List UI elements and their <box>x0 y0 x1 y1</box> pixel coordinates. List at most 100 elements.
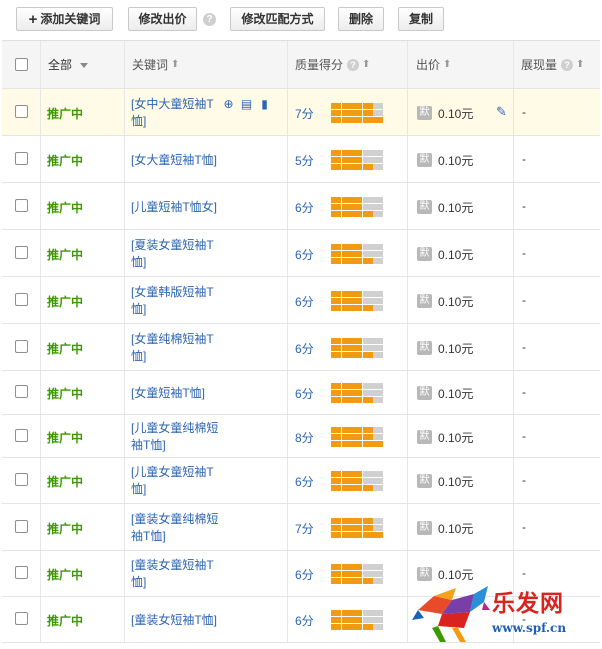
score-segment <box>341 610 352 616</box>
row-checkbox[interactable] <box>15 566 28 579</box>
score-segment <box>373 532 383 538</box>
header-status-cell[interactable]: 全部 <box>41 41 125 88</box>
table-row[interactable]: 推广中 [儿童女童纯棉短袖T恤] 8分 默 0.10元 - <box>2 415 600 458</box>
table-row[interactable]: 推广中 [女中大童短袖T恤] ⊕ ▤ ▮ 7分 默 0.10元 ✎ - <box>2 89 600 136</box>
keyword-link[interactable]: [儿童女童纯棉短袖T恤] <box>131 420 223 454</box>
copy-label: 复制 <box>408 12 433 26</box>
score-segment <box>341 103 352 109</box>
all-label: 全部 <box>48 58 73 72</box>
header-quality-cell[interactable]: 质量得分 ? ⬆ <box>288 41 408 88</box>
table-row[interactable]: 推广中 [女大童短袖T恤] 5分 默 0.10元 - <box>2 136 600 183</box>
help-icon[interactable]: ? <box>203 13 216 26</box>
delete-button[interactable]: 删除 <box>338 7 384 31</box>
keyword-header-label: 关键词 <box>132 58 169 72</box>
row-checkbox[interactable] <box>15 520 28 533</box>
keyword-link[interactable]: [女中大童短袖T恤] <box>131 96 223 130</box>
globe-icon[interactable]: ⊕ <box>222 98 235 111</box>
row-checkbox[interactable] <box>15 429 28 442</box>
status-label: 推广中 <box>47 522 84 536</box>
score-segment <box>352 525 362 531</box>
quality-score-bars <box>331 564 383 584</box>
table-row[interactable]: 推广中 [儿童短袖T恤女] 6分 默 0.10元 - <box>2 183 600 230</box>
default-bid-badge: 默 <box>417 294 432 308</box>
score-segment <box>362 397 373 403</box>
status-label: 推广中 <box>47 154 84 168</box>
table-row[interactable]: 推广中 [女童短袖T恤] 6分 默 0.10元 - <box>2 371 600 415</box>
status-label: 推广中 <box>47 568 84 582</box>
score-segment <box>362 258 373 264</box>
score-segment <box>373 305 383 311</box>
edit-match-label: 修改匹配方式 <box>241 12 314 26</box>
score-segment <box>331 485 341 491</box>
table-row[interactable]: 推广中 [女童纯棉短袖T恤] 6分 默 0.10元 - <box>2 324 600 371</box>
score-segment <box>352 345 362 351</box>
row-checkbox[interactable] <box>15 473 28 486</box>
score-segment <box>341 390 352 396</box>
header-keyword-cell[interactable]: 关键词 ⬆ <box>125 41 288 88</box>
score-segment <box>352 397 362 403</box>
score-segment <box>362 390 373 396</box>
row-checkbox[interactable] <box>15 246 28 259</box>
header-impressions-cell[interactable]: 展现量 ? ⬆ <box>514 41 600 88</box>
row-checkbox[interactable] <box>15 105 28 118</box>
score-segment <box>341 298 352 304</box>
help-icon[interactable]: ? <box>561 58 574 71</box>
add-keyword-button[interactable]: + 添加关键词 <box>16 7 113 31</box>
score-segment <box>373 564 383 570</box>
status-label: 推广中 <box>47 342 84 356</box>
keyword-link[interactable]: [女童纯棉短袖T恤] <box>131 331 223 365</box>
score-segment <box>331 164 341 170</box>
sort-arrow-icon[interactable]: ⬆ <box>443 59 451 70</box>
table-row[interactable]: 推广中 [女童韩版短袖T恤] 6分 默 0.10元 - <box>2 277 600 324</box>
score-segment <box>331 471 341 477</box>
row-checkbox[interactable] <box>15 385 28 398</box>
keyword-link[interactable]: [儿童女童短袖T恤] <box>131 464 223 498</box>
score-segment <box>352 610 362 616</box>
status-filter[interactable]: 全部 <box>48 41 89 88</box>
table-row[interactable]: 推广中 [儿童女童短袖T恤] 6分 默 0.10元 - <box>2 458 600 504</box>
pencil-icon[interactable]: ✎ <box>496 104 507 120</box>
score-segment <box>331 291 341 297</box>
table-row[interactable]: 推广中 [童装女童纯棉短袖T恤] 7分 默 0.10元 - <box>2 504 600 551</box>
row-checkbox[interactable] <box>15 199 28 212</box>
score-segment <box>362 150 373 156</box>
trash-icon[interactable]: ▮ <box>258 98 271 111</box>
header-bid-cell[interactable]: 出价 ⬆ <box>408 41 514 88</box>
score-segment <box>362 117 373 123</box>
sort-arrow-icon[interactable]: ⬆ <box>576 59 584 70</box>
impressions-value: - <box>522 473 526 487</box>
score-segment <box>362 571 373 577</box>
keyword-link[interactable]: [童装女童短袖T恤] <box>131 557 223 591</box>
sort-arrow-icon[interactable]: ⬆ <box>362 59 370 70</box>
row-checkbox[interactable] <box>15 152 28 165</box>
sort-arrow-icon[interactable]: ⬆ <box>171 59 179 70</box>
row-impressions-cell <box>514 504 600 550</box>
keyword-link[interactable]: [童装女短袖T恤] <box>131 612 223 629</box>
score-segment <box>362 427 373 433</box>
report-icon[interactable]: ▤ <box>240 98 253 111</box>
score-segment <box>331 441 341 447</box>
keyword-link[interactable]: [夏装女童短袖T恤] <box>131 237 223 271</box>
row-checkbox[interactable] <box>15 340 28 353</box>
keyword-link[interactable]: [女童短袖T恤] <box>131 385 223 402</box>
row-checkbox[interactable] <box>15 612 28 625</box>
keyword-link[interactable]: [女童韩版短袖T恤] <box>131 284 223 318</box>
edit-bid-button[interactable]: 修改出价 <box>128 7 197 31</box>
copy-button[interactable]: 复制 <box>398 7 444 31</box>
quality-score: 6分 <box>295 295 314 309</box>
keyword-link[interactable]: [童装女童纯棉短袖T恤] <box>131 511 223 545</box>
score-segment <box>352 485 362 491</box>
row-impressions-cell <box>514 415 600 457</box>
quality-score-bars <box>331 518 383 538</box>
keyword-link[interactable]: [儿童短袖T恤女] <box>131 199 223 216</box>
help-icon[interactable]: ? <box>347 58 360 71</box>
score-segment <box>362 338 373 344</box>
bid-price: 0.10元 <box>438 342 474 356</box>
score-segment <box>362 441 373 447</box>
keyword-link[interactable]: [女大童短袖T恤] <box>131 152 223 169</box>
select-all-checkbox[interactable] <box>15 58 28 71</box>
score-segment <box>331 578 341 584</box>
edit-match-button[interactable]: 修改匹配方式 <box>230 7 325 31</box>
row-checkbox[interactable] <box>15 293 28 306</box>
table-row[interactable]: 推广中 [夏装女童短袖T恤] 6分 默 0.10元 - <box>2 230 600 277</box>
